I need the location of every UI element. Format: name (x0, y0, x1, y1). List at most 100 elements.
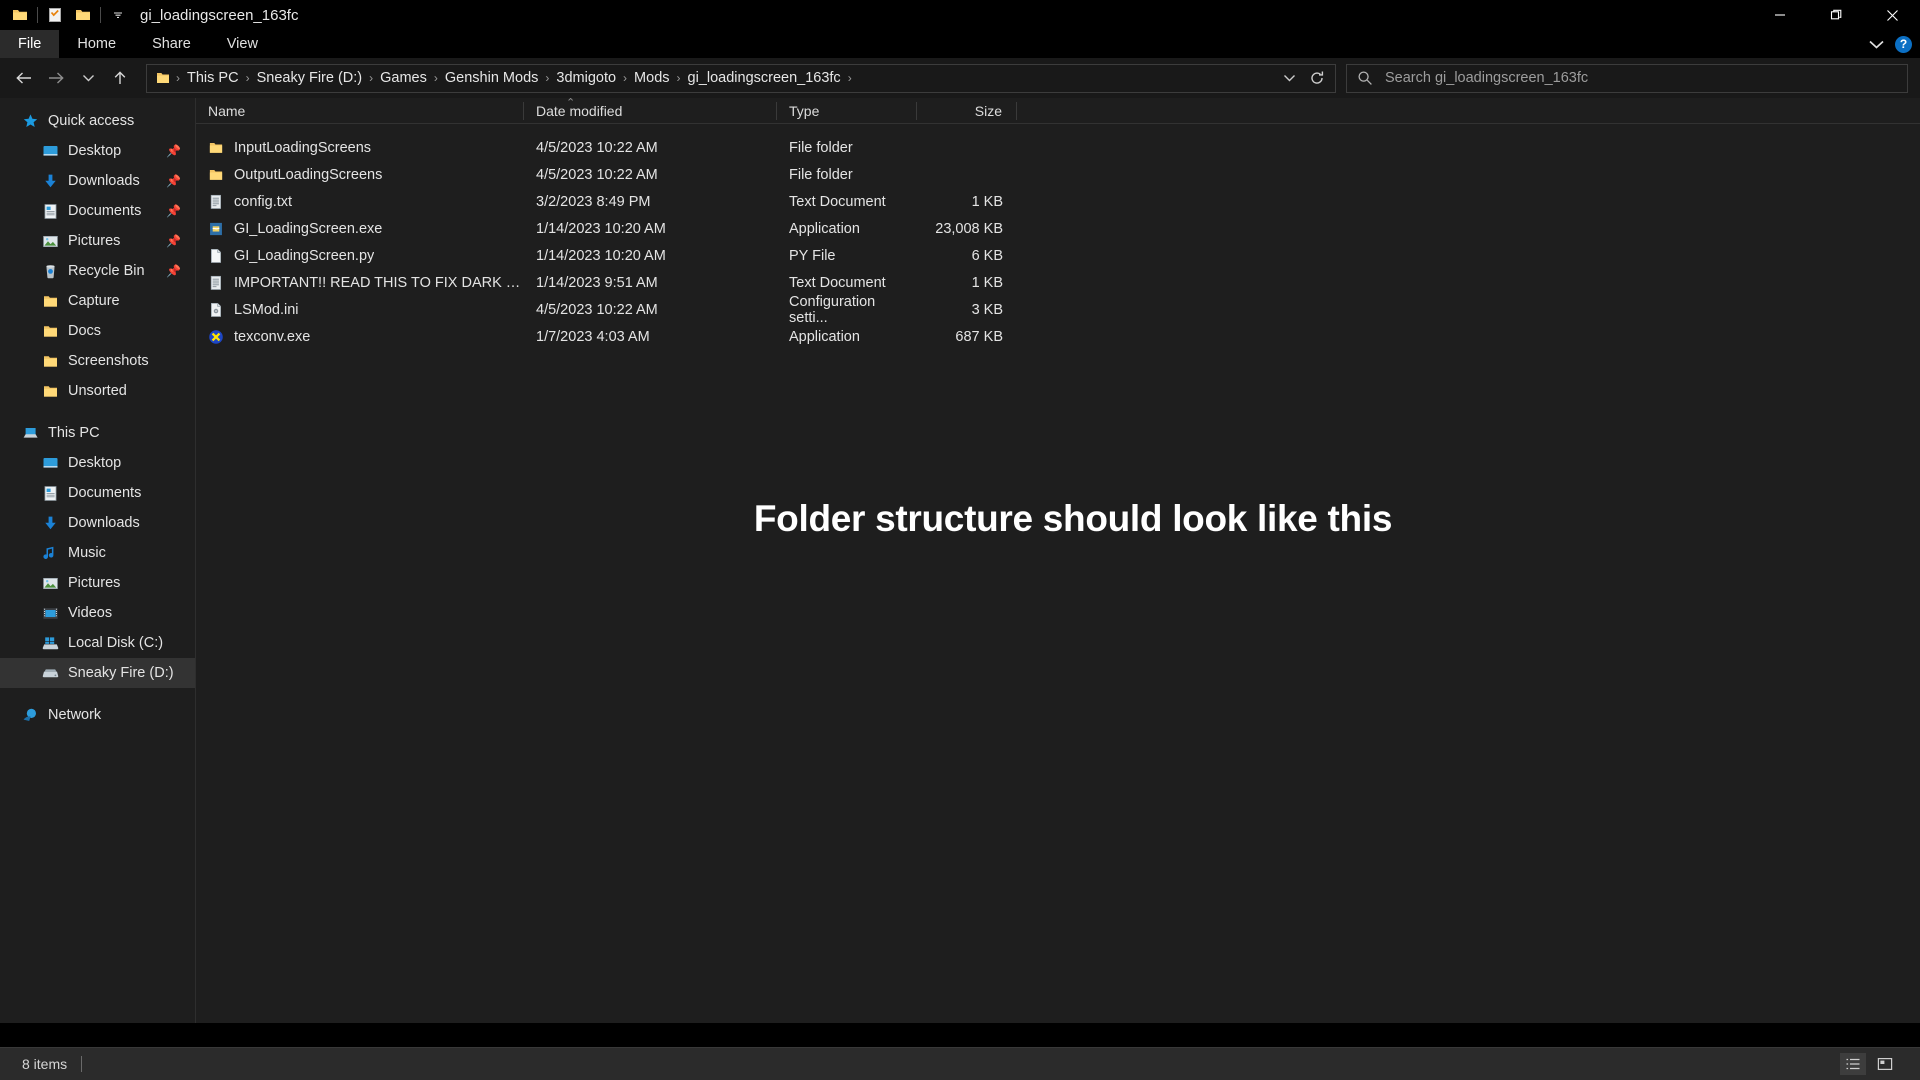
maximize-button[interactable] (1808, 0, 1864, 30)
sidebar-item-capture[interactable]: Capture (0, 286, 195, 316)
sidebar-item-label: Downloads (68, 173, 140, 189)
blank-file-icon (208, 248, 224, 264)
file-name-label: OutputLoadingScreens (234, 166, 383, 183)
sidebar-item-screenshots[interactable]: Screenshots (0, 346, 195, 376)
sidebar-item-this-pc[interactable]: This PC (0, 418, 195, 448)
pin-icon[interactable]: 📌 (166, 234, 181, 248)
sidebar-item-downloads[interactable]: Downloads 📌 (0, 166, 195, 196)
breadcrumb-item-games[interactable]: Games (373, 70, 434, 86)
item-count-label: 8 items (22, 1056, 68, 1072)
tab-home[interactable]: Home (59, 30, 134, 58)
close-button[interactable] (1864, 0, 1920, 30)
up-button[interactable] (104, 62, 136, 94)
table-row[interactable]: LSMod.ini 4/5/2023 10:22 AM Configuratio… (196, 294, 1920, 326)
table-row[interactable]: GI_LoadingScreen.exe 1/14/2023 10:20 AM … (196, 215, 1920, 242)
breadcrumb-item-this-pc[interactable]: This PC (180, 70, 246, 86)
file-type-cell: Application (789, 328, 860, 345)
file-name-cell: IMPORTANT!! READ THIS TO FIX DARK L... (196, 269, 524, 296)
sidebar-item-pictures[interactable]: Pictures 📌 (0, 226, 195, 256)
column-header-name[interactable]: Name (196, 101, 524, 120)
sidebar-item-network[interactable]: Network (0, 700, 195, 730)
tab-file[interactable]: File (0, 30, 60, 58)
file-type-cell: Text Document (789, 193, 886, 210)
file-name-label: texconv.exe (234, 328, 311, 345)
file-name-cell: GI_LoadingScreen.py (196, 242, 524, 269)
file-size-cell: 687 KB (955, 328, 1003, 345)
folder-icon (42, 383, 59, 400)
minimize-button[interactable] (1752, 0, 1808, 30)
sidebar-item-pictures-pc[interactable]: Pictures (0, 568, 195, 598)
file-name-cell: OutputLoadingScreens (196, 161, 524, 188)
pin-icon[interactable]: 📌 (166, 204, 181, 218)
sidebar-item-recycle-bin[interactable]: Recycle Bin 📌 (0, 256, 195, 286)
breadcrumb-item-3dmigoto[interactable]: 3dmigoto (549, 70, 623, 86)
table-row[interactable]: OutputLoadingScreens 4/5/2023 10:22 AM F… (196, 161, 1920, 188)
address-bar-row: › This PC › Sneaky Fire (D:) › Games › G… (0, 58, 1920, 98)
window-title: gi_loadingscreen_163fc (140, 6, 299, 24)
desktop-icon (42, 455, 59, 472)
sidebar-item-label: Capture (68, 293, 120, 309)
column-header-size[interactable]: Size (917, 101, 1017, 120)
file-name-cell: LSMod.ini (196, 296, 524, 323)
breadcrumb-item-genshin-mods[interactable]: Genshin Mods (438, 70, 546, 86)
sidebar-item-docs[interactable]: Docs (0, 316, 195, 346)
breadcrumb-item-sneaky-fire[interactable]: Sneaky Fire (D:) (250, 70, 370, 86)
downloads-icon (42, 173, 59, 190)
file-name-cell: GI_LoadingScreen.exe (196, 215, 524, 242)
status-info: 8 items (10, 1056, 83, 1072)
downloads-icon (42, 515, 59, 532)
breadcrumb-item-current-folder[interactable]: gi_loadingscreen_163fc (681, 70, 848, 86)
sidebar-item-label: This PC (48, 425, 100, 441)
sidebar-item-local-disk-c[interactable]: Local Disk (C:) (0, 628, 195, 658)
address-dropdown-chevron-icon[interactable] (1275, 65, 1303, 92)
collapse-ribbon-chevron-icon[interactable] (1868, 39, 1885, 50)
column-header-date-modified[interactable]: Date modified (524, 101, 777, 120)
this-pc-icon (22, 425, 39, 442)
forward-button[interactable] (40, 62, 72, 94)
sidebar-item-downloads-pc[interactable]: Downloads (0, 508, 195, 538)
large-icons-view-button[interactable] (1872, 1053, 1898, 1075)
search-input[interactable]: Search gi_loadingscreen_163fc (1385, 70, 1588, 86)
qat-chevron-down-icon[interactable] (104, 1, 132, 29)
folder-icon (42, 353, 59, 370)
qat-new-folder-icon[interactable] (6, 1, 34, 29)
file-size-cell (917, 161, 1017, 188)
sidebar-item-desktop-pc[interactable]: Desktop (0, 448, 195, 478)
address-bar[interactable]: › This PC › Sneaky Fire (D:) › Games › G… (146, 63, 1336, 93)
file-size-cell: 1 KB (971, 193, 1003, 210)
sidebar-item-documents[interactable]: Documents 📌 (0, 196, 195, 226)
breadcrumb-item-mods[interactable]: Mods (627, 70, 676, 86)
recent-locations-chevron-icon[interactable] (72, 62, 104, 94)
recycle-bin-icon (42, 263, 59, 280)
sidebar-item-videos[interactable]: Videos (0, 598, 195, 628)
search-icon (1357, 70, 1373, 86)
sidebar-item-sneaky-fire-d[interactable]: Sneaky Fire (D:) (0, 658, 195, 688)
qat-folder-icon[interactable] (69, 1, 97, 29)
help-icon[interactable]: ? (1895, 35, 1912, 53)
table-row[interactable]: config.txt 3/2/2023 8:49 PM Text Documen… (196, 188, 1920, 215)
details-view-button[interactable] (1840, 1053, 1866, 1075)
qat-properties-icon[interactable] (41, 1, 69, 29)
file-name-label: GI_LoadingScreen.exe (234, 220, 383, 237)
file-name-cell: config.txt (196, 188, 524, 215)
table-row[interactable]: InputLoadingScreens 4/5/2023 10:22 AM Fi… (196, 134, 1920, 161)
pin-icon[interactable]: 📌 (166, 174, 181, 188)
sidebar-item-quick-access[interactable]: Quick access (0, 106, 195, 136)
table-row[interactable]: texconv.exe 1/7/2023 4:03 AM Application… (196, 323, 1920, 350)
search-box[interactable]: Search gi_loadingscreen_163fc (1346, 63, 1908, 93)
sidebar-item-unsorted[interactable]: Unsorted (0, 376, 195, 406)
back-button[interactable] (8, 62, 40, 94)
pin-icon[interactable]: 📌 (166, 264, 181, 278)
tab-share[interactable]: Share (134, 30, 209, 58)
sidebar-item-documents-pc[interactable]: Documents (0, 478, 195, 508)
videos-icon (42, 605, 59, 622)
table-row[interactable]: IMPORTANT!! READ THIS TO FIX DARK L... 1… (196, 269, 1920, 296)
file-name-cell: texconv.exe (196, 323, 524, 350)
tab-view[interactable]: View (209, 30, 276, 58)
sidebar-item-music[interactable]: Music (0, 538, 195, 568)
table-row[interactable]: GI_LoadingScreen.py 1/14/2023 10:20 AM P… (196, 242, 1920, 269)
pin-icon[interactable]: 📌 (166, 144, 181, 158)
column-header-type[interactable]: Type (777, 101, 917, 120)
sidebar-item-desktop[interactable]: Desktop 📌 (0, 136, 195, 166)
refresh-button[interactable] (1303, 65, 1331, 92)
